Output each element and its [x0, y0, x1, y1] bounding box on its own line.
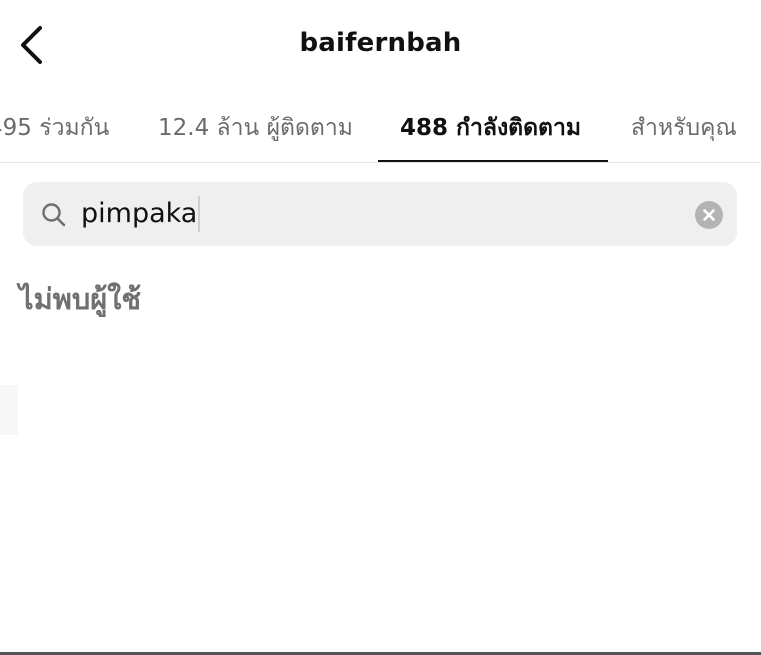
clear-icon — [703, 209, 715, 221]
tab-followers[interactable]: 12.4 ล้าน ผู้ติดตาม — [158, 110, 353, 146]
clear-search-button[interactable] — [695, 201, 723, 229]
search-icon — [42, 203, 66, 227]
tab-for-you[interactable]: สำหรับคุณ — [631, 110, 737, 146]
screen: baifernbah 495 ร่วมกัน 12.4 ล้าน ผู้ติดต… — [0, 0, 761, 655]
tab-bar: 495 ร่วมกัน 12.4 ล้าน ผู้ติดตาม 488 กำลั… — [0, 92, 761, 163]
no-users-found-message: ไม่พบผู้ใช้ — [19, 282, 142, 316]
page-title: baifernbah — [299, 28, 462, 58]
tab-mutual[interactable]: 495 ร่วมกัน — [0, 110, 109, 146]
search-input[interactable]: pimpaka — [81, 196, 201, 232]
edge-shadow — [0, 385, 18, 435]
search-bar[interactable]: pimpaka — [23, 182, 737, 246]
text-caret — [198, 196, 201, 232]
header: baifernbah — [0, 0, 761, 92]
active-tab-indicator — [378, 160, 608, 162]
tab-following[interactable]: 488 กำลังติดตาม — [400, 110, 581, 146]
search-query: pimpaka — [81, 198, 198, 229]
